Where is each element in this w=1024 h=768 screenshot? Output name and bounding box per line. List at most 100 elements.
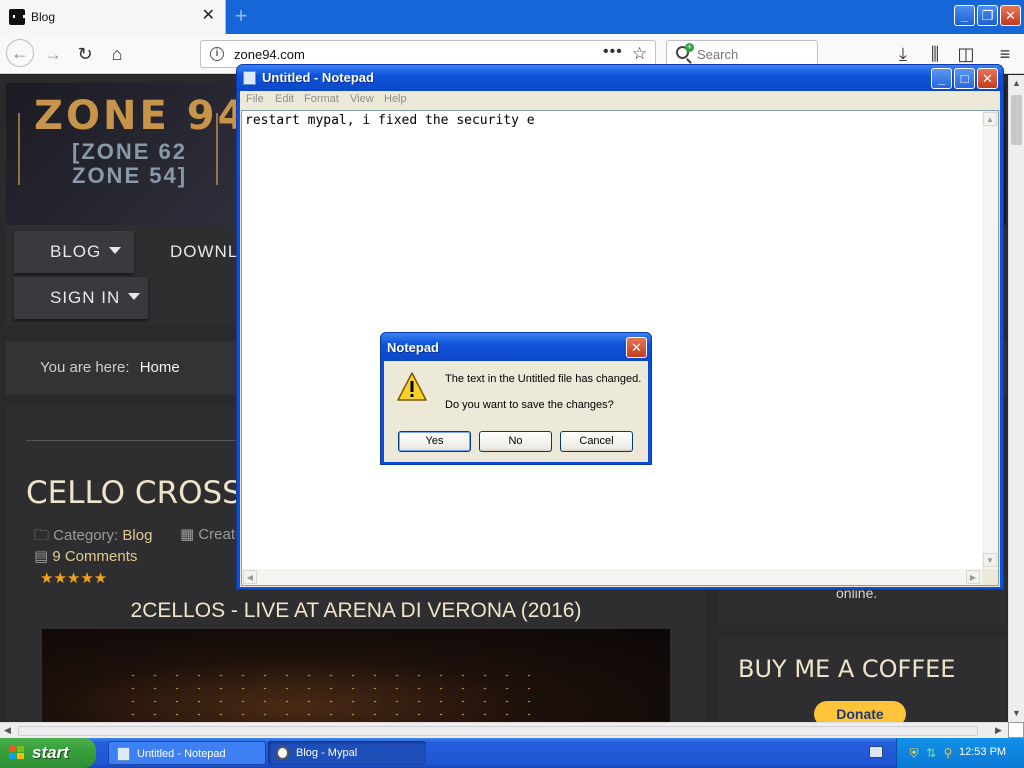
page-actions-icon[interactable]: ••• — [603, 43, 623, 61]
new-tab-button[interactable]: + — [230, 5, 252, 27]
video-player[interactable] — [42, 629, 670, 723]
menu-view[interactable]: View — [350, 93, 374, 105]
dialog-close-button[interactable]: ✕ — [626, 337, 647, 358]
browser-tab-blog[interactable]: Blog ✕ — [0, 0, 226, 34]
np-scroll-right-icon[interactable]: ▶ — [966, 570, 980, 584]
bookmark-star-icon[interactable]: ☆ — [632, 44, 647, 64]
buy-coffee-title: BUY ME A COFFEE — [738, 655, 956, 683]
notepad-close-button[interactable]: ✕ — [977, 68, 998, 89]
comments-link[interactable]: ▤ 9 Comments — [34, 547, 137, 565]
keyboard-language-icon[interactable] — [869, 746, 883, 758]
tab-close-icon[interactable]: ✕ — [202, 8, 215, 24]
menu-edit[interactable]: Edit — [275, 93, 294, 105]
menu-file[interactable]: File — [246, 93, 264, 105]
taskbar-item-browser[interactable]: Blog - Mypal — [268, 741, 426, 765]
page-hscroll-thumb[interactable] — [18, 726, 978, 736]
cancel-button[interactable]: Cancel — [560, 431, 633, 452]
browser-minimize-button[interactable]: _ — [954, 5, 975, 26]
windows-logo-icon — [9, 746, 25, 760]
nav-signin-label: SIGN IN — [50, 288, 121, 307]
site-info-icon[interactable]: i — [210, 47, 224, 61]
downloads-icon[interactable]: ⤓ — [891, 42, 915, 66]
dialog-title-bar[interactable]: Notepad ✕ — [381, 333, 651, 361]
save-changes-dialog: Notepad ✕ The text in the Untitled file … — [380, 332, 652, 465]
network-icon[interactable]: ⇅ — [924, 746, 938, 760]
notepad-content[interactable]: restart mypal, i fixed the security e — [245, 113, 535, 128]
notepad-maximize-button[interactable]: □ — [954, 68, 975, 89]
start-button[interactable]: start — [0, 738, 96, 768]
notepad-window: Untitled - Notepad _ □ ✕ File Edit Forma… — [236, 64, 1004, 590]
yes-button[interactable]: Yes — [398, 431, 471, 452]
search-tray-icon[interactable]: ⚲ — [941, 746, 955, 760]
back-button[interactable]: ← — [6, 39, 34, 67]
category-label: Category: — [53, 527, 119, 544]
caret-down-icon — [128, 293, 141, 300]
reload-button[interactable]: ↻ — [73, 42, 97, 66]
notepad-title: Untitled - Notepad — [262, 70, 374, 85]
browser-task-icon — [276, 746, 289, 760]
category-link[interactable]: Blog — [122, 527, 152, 544]
notepad-horizontal-scrollbar[interactable]: ◀ ▶ — [242, 569, 982, 585]
breadcrumb-prefix: You are here: — [40, 359, 130, 376]
url-text[interactable]: zone94.com — [234, 47, 305, 62]
np-scroll-down-icon[interactable]: ▼ — [983, 553, 997, 567]
site-logo[interactable]: ZONE 94 — [34, 93, 248, 139]
hamburger-menu-icon[interactable]: ≡ — [993, 42, 1017, 66]
menu-format[interactable]: Format — [304, 93, 339, 105]
notepad-vertical-scrollbar[interactable]: ▲ ▼ — [982, 111, 998, 569]
home-button[interactable]: ⌂ — [105, 42, 129, 66]
page-horizontal-scrollbar[interactable]: ◀ ▶ — [0, 722, 1008, 738]
breadcrumb: You are here: Home — [40, 359, 180, 376]
notepad-title-bar[interactable]: Untitled - Notepad _ □ ✕ — [237, 65, 1003, 91]
resize-grip-icon[interactable] — [982, 569, 998, 585]
scroll-left-arrow-icon[interactable]: ◀ — [4, 725, 11, 736]
system-tray: ⛨ ⇅ ⚲ 12:53 PM — [896, 738, 1024, 768]
dialog-title: Notepad — [387, 340, 439, 355]
scroll-down-arrow-icon[interactable]: ▼ — [1012, 708, 1021, 718]
caret-down-icon — [109, 247, 122, 254]
site-logo-sub2: ZONE 54] — [72, 163, 188, 188]
sidebar-toggle-icon[interactable]: ◫ — [954, 42, 978, 66]
forward-button[interactable]: → — [41, 42, 65, 66]
library-icon[interactable]: ⫼ — [923, 42, 947, 66]
scroll-corner — [1008, 722, 1024, 738]
np-scroll-up-icon[interactable]: ▲ — [983, 112, 997, 126]
taskbar-browser-label: Blog - Mypal — [296, 747, 358, 759]
notepad-minimize-button[interactable]: _ — [931, 68, 952, 89]
dialog-body: The text in the Untitled file has change… — [384, 361, 648, 462]
browser-restore-button[interactable]: ❐ — [977, 5, 998, 26]
dialog-message-1: The text in the Untitled file has change… — [445, 373, 642, 385]
buy-coffee-box: BUY ME A COFFEE Donate — [718, 637, 1006, 723]
scroll-right-arrow-icon[interactable]: ▶ — [995, 725, 1002, 736]
nav-blog-label: BLOG — [50, 242, 102, 261]
nav-blog[interactable]: BLOG — [14, 231, 134, 273]
no-button[interactable]: No — [479, 431, 552, 452]
calendar-icon: ▦ — [180, 526, 199, 543]
start-label: start — [32, 743, 69, 762]
nav-sign-in[interactable]: SIGN IN — [14, 277, 148, 319]
breadcrumb-home-link[interactable]: Home — [140, 359, 180, 376]
tab-title: Blog — [31, 10, 56, 24]
taskbar-item-notepad[interactable]: Untitled - Notepad — [108, 741, 266, 765]
site-favicon-icon — [9, 9, 25, 25]
dialog-message-2: Do you want to save the changes? — [445, 399, 614, 411]
browser-close-button[interactable]: ✕ — [1000, 5, 1021, 26]
comments-count[interactable]: 9 Comments — [52, 548, 137, 565]
notepad-menubar: File Edit Format View Help — [240, 91, 1000, 109]
donate-button[interactable]: Donate — [814, 701, 906, 723]
folder-icon: 🗀 — [34, 527, 54, 544]
search-engine-add-icon: + — [685, 42, 694, 52]
security-shield-icon[interactable]: ⛨ — [907, 746, 921, 760]
browser-tab-strip: Blog ✕ + _ ❐ ✕ — [0, 0, 1024, 34]
notepad-app-icon[interactable] — [243, 71, 256, 85]
page-scroll-thumb[interactable] — [1011, 95, 1022, 145]
page-vertical-scrollbar[interactable]: ▲ ▼ — [1008, 75, 1024, 722]
rating-stars[interactable]: ★★★★★ — [40, 569, 107, 587]
menu-help[interactable]: Help — [384, 93, 407, 105]
clock[interactable]: 12:53 PM — [959, 746, 1006, 758]
notepad-task-icon — [117, 747, 130, 761]
search-placeholder[interactable]: Search — [697, 47, 738, 62]
np-scroll-left-icon[interactable]: ◀ — [243, 570, 257, 584]
warning-icon — [397, 372, 427, 401]
scroll-up-arrow-icon[interactable]: ▲ — [1012, 78, 1021, 88]
